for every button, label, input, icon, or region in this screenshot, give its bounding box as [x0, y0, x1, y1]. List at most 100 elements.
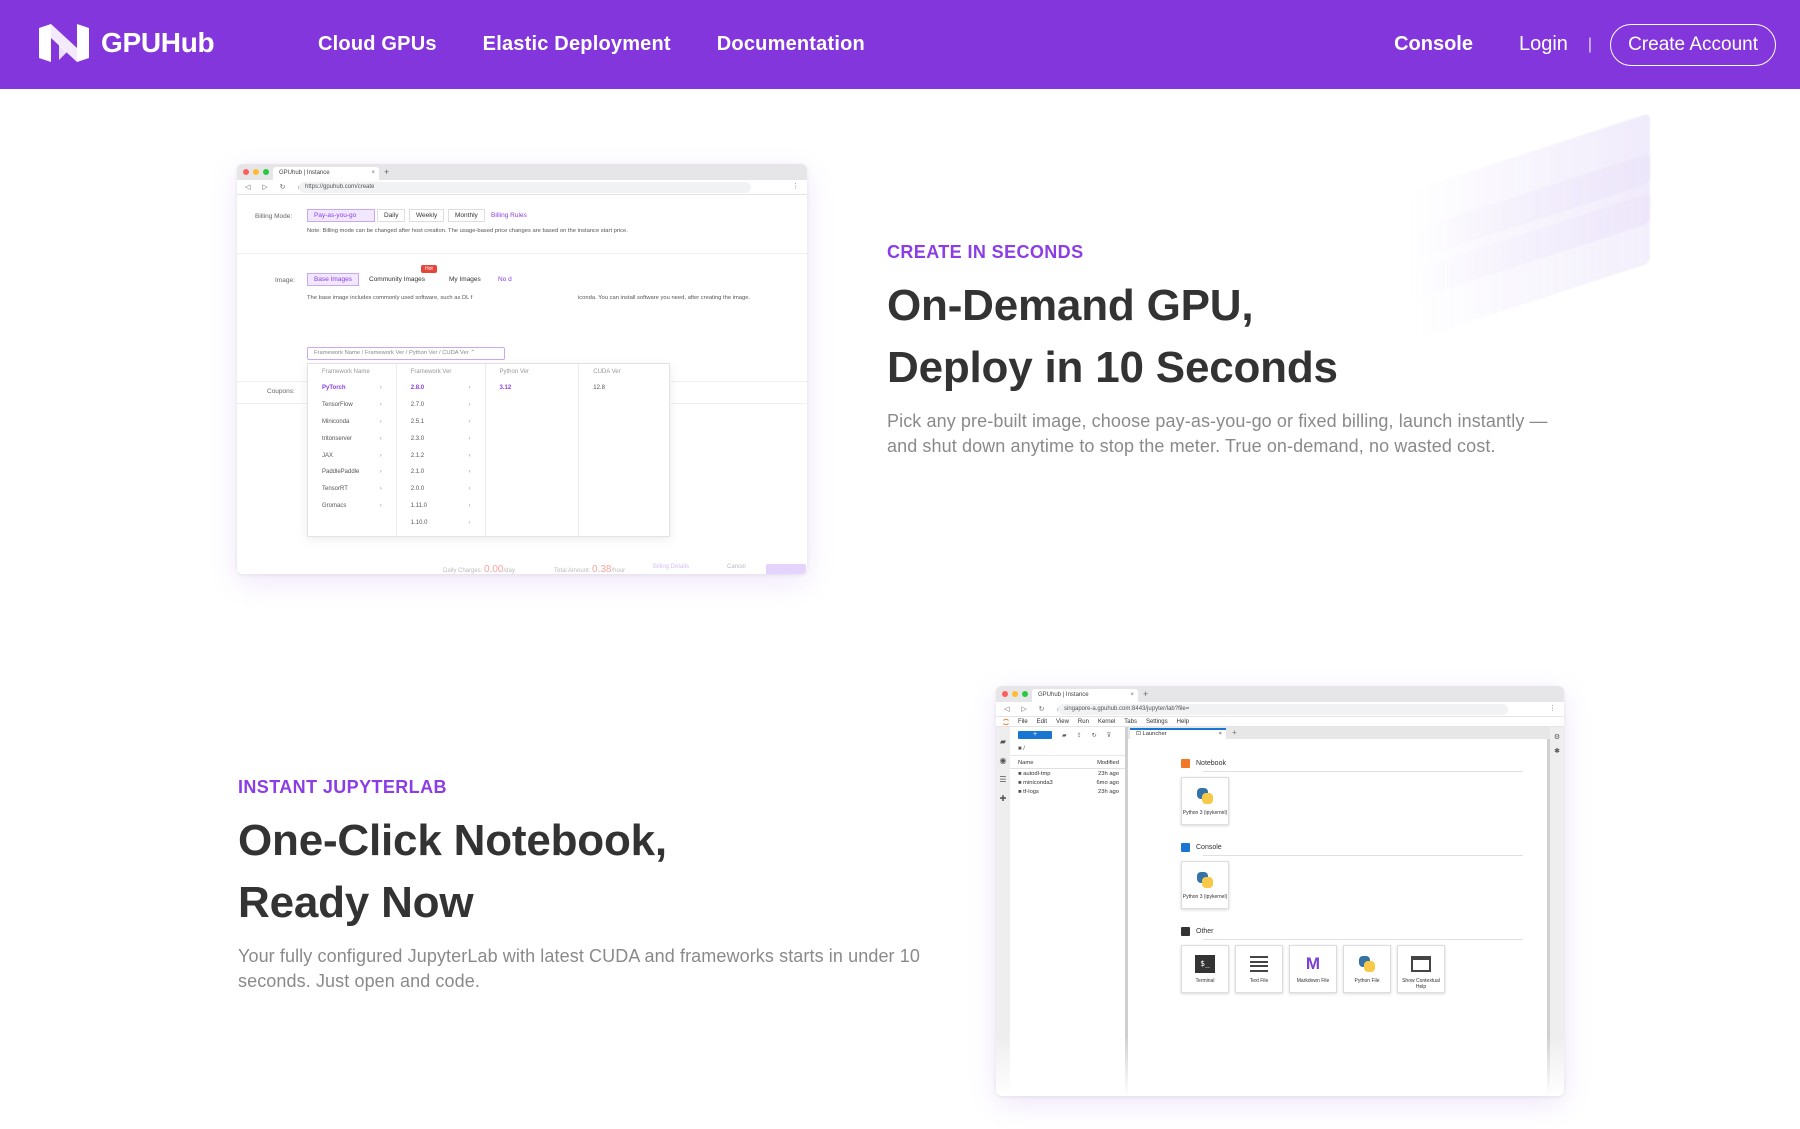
- billing-daily: Daily: [377, 209, 406, 222]
- image-note-right: iconda. You can install software you nee…: [578, 295, 751, 301]
- text-file-card: Text File: [1235, 945, 1283, 993]
- image-note-left: The base image includes commonly used so…: [307, 295, 473, 301]
- brand-name: GPUHub: [101, 27, 215, 58]
- nav-documentation[interactable]: Documentation: [717, 33, 865, 56]
- file-path: ■ /: [1010, 743, 1125, 756]
- terminal-card: $_ Terminal: [1181, 945, 1229, 993]
- jupyter-tabbar: ⊡ Launcher × +: [1128, 727, 1550, 739]
- jmenu-view: View: [1056, 718, 1069, 725]
- launcher-section-other: Other: [1181, 927, 1518, 940]
- browser-urlbar: ◁ ▷ ↻ ⌂ https://gpuhub.com/create ⋮: [237, 180, 807, 195]
- no-data-text: No d: [498, 276, 512, 283]
- hot-badge: Hot: [421, 265, 437, 273]
- brand-logo[interactable]: GPUHub: [37, 22, 215, 64]
- framework-option: JAX ›: [322, 452, 382, 459]
- new-folder-icon: ▰: [1062, 732, 1067, 739]
- python-icon: [1196, 787, 1214, 805]
- billing-details-link: Billing Details: [653, 564, 690, 570]
- python-icon: [1358, 955, 1376, 973]
- framework-name-col: Framework Name PyTorch › TensorFlow › Mini…: [308, 364, 397, 536]
- text-file-icon: [1250, 955, 1268, 973]
- jupyter-logo-icon: [1002, 719, 1010, 725]
- framework-option: Gromacs ›: [322, 502, 382, 509]
- framework-option: TensorRT ›: [322, 486, 382, 493]
- nav-cloud-gpus[interactable]: Cloud GPUs: [318, 33, 437, 56]
- browser-menu-icon: ⋮: [792, 183, 799, 190]
- framework-option: Miniconda ›: [322, 418, 382, 425]
- section-create-text: CREATE IN SECONDS On-Demand GPU, Deploy …: [887, 242, 1587, 459]
- cancel-text: Cancel: [727, 564, 746, 570]
- upload-icon: ⇪: [1076, 732, 1082, 739]
- notebook-python3-card: Python 3 (ipykernel): [1181, 777, 1229, 825]
- new-tab-icon: +: [384, 167, 390, 177]
- create-form: Billing Mode: Pay-as-you-go Daily Weekly…: [237, 195, 807, 574]
- section-create-tag: CREATE IN SECONDS: [887, 242, 1084, 262]
- folder-icon: ▰: [999, 737, 1007, 746]
- billing-weekly: Weekly: [409, 209, 445, 222]
- running-icon: ◉: [999, 756, 1007, 765]
- file-list-header: Name Modified: [1010, 756, 1125, 769]
- billing-monthly: Monthly: [448, 209, 485, 222]
- framework-option: PaddlePaddle ›: [322, 469, 382, 476]
- browser-urlbar: ◁ ▷ ↻ ⌂ singapore-a.gpuhub.com:8443/jupy…: [996, 702, 1564, 717]
- terminal-icon: $_: [1195, 955, 1215, 973]
- browser-nav-icons: ◁ ▷ ↻ ⌂: [1004, 706, 1066, 713]
- jmenu-edit: Edit: [1036, 718, 1048, 725]
- version-option: 2.1.0 ›: [410, 469, 471, 476]
- billing-mode-label: Billing Mode:: [255, 213, 293, 220]
- jmenu-kernel: Kernel: [1097, 718, 1116, 725]
- framework-dropdown: Framework Name PyTorch › TensorFlow › Mini…: [307, 363, 670, 537]
- python-icon: [1196, 871, 1214, 889]
- nav-elastic-deployment[interactable]: Elastic Deployment: [483, 33, 671, 56]
- extension-icon: ✚: [999, 794, 1007, 803]
- cuda-option: 12.8: [593, 385, 605, 392]
- browser-nav-icons: ◁ ▷ ↻ ⌂: [245, 184, 307, 191]
- browser-tabbar: GPUhub | Instance × +: [996, 686, 1564, 702]
- launcher-section-console: Console: [1181, 843, 1521, 856]
- other-section-icon: [1181, 927, 1190, 936]
- cuda-ver-col: CUDA Ver 12.8: [579, 364, 669, 536]
- debugger-icon: ✱: [1554, 748, 1560, 755]
- version-option: 1.10.0 ›: [410, 519, 471, 526]
- toc-icon: ☰: [999, 775, 1007, 784]
- jmenu-run: Run: [1077, 718, 1089, 725]
- login-link[interactable]: Login: [1519, 33, 1568, 56]
- file-row: ■ miniconda3 6mo ago: [1018, 779, 1119, 786]
- jmenu-tabs: Tabs: [1124, 718, 1137, 725]
- image-label: Image:: [275, 277, 295, 284]
- create-instance-screenshot: GPUhub | Instance × + ◁ ▷ ↻ ⌂ https://gpu…: [237, 164, 807, 574]
- filter-icon: ⊽: [1106, 732, 1112, 739]
- python-file-card: Python File: [1343, 945, 1391, 993]
- markdown-file-card: M Markdown File: [1289, 945, 1337, 993]
- billing-note: Note: Billing mode can be changed after …: [307, 228, 628, 234]
- top-navbar: GPUHub Cloud GPUs Elastic Deployment Doc…: [0, 0, 1800, 89]
- jupyter-new-tab-icon: +: [1232, 728, 1237, 737]
- version-option: 1.11.0 ›: [410, 502, 471, 509]
- billing-payg: Pay-as-you-go: [307, 209, 375, 222]
- version-option: 2.5.1 ›: [410, 418, 471, 425]
- jmenu-help: Help: [1176, 718, 1189, 725]
- new-tab-icon: +: [1143, 689, 1149, 699]
- create-account-button[interactable]: Create Account: [1610, 23, 1776, 66]
- browser-tab: GPUhub | Instance ×: [1032, 689, 1138, 702]
- version-option: 2.8.0 ›: [410, 385, 471, 392]
- section-create-headline: On-Demand GPU, Deploy in 10 Seconds: [887, 281, 1338, 392]
- new-launcher-icon: +: [1018, 731, 1052, 739]
- console-link[interactable]: Console: [1394, 33, 1473, 56]
- browser-tabbar: GPUhub | Instance × +: [237, 164, 807, 180]
- python-option: 3.12: [499, 385, 512, 392]
- version-option: 2.0.0 ›: [410, 486, 471, 493]
- framework-ver-col: Framework Ver 2.8.0 › 2.7.0 › 2.5.1 › 2.3.0…: [397, 364, 486, 536]
- billing-rules-link: Billing Rules: [491, 212, 527, 219]
- launcher-tab: ⊡ Launcher ×: [1130, 728, 1226, 739]
- framework-option: tritonserver ›: [322, 435, 382, 442]
- framework-option: TensorFlow ›: [322, 402, 382, 409]
- contextual-help-card: Show Contextual Help: [1397, 945, 1445, 993]
- browser-menu-icon: ⋮: [1549, 705, 1556, 712]
- notebook-section-icon: [1181, 759, 1190, 768]
- section-create-body: Pick any pre-built image, choose pay-as-…: [887, 411, 1548, 456]
- browser-tab: GPUhub | Instance ×: [273, 167, 379, 180]
- help-icon: [1411, 956, 1431, 972]
- browser-url: singapore-a.gpuhub.com:8443/jupyter/lab?…: [1058, 704, 1508, 715]
- nav-separator: |: [1587, 35, 1593, 53]
